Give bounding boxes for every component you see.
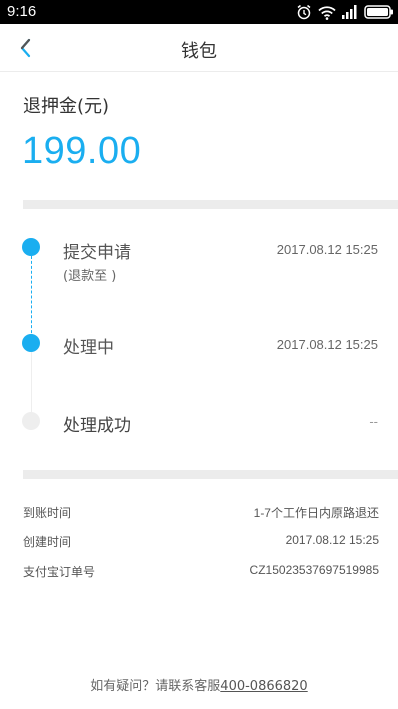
detail-row-order-no: 支付宝订单号 CZ150235376975​19985 — [23, 563, 379, 583]
detail-label: 到账时间 — [23, 506, 72, 520]
detail-row-created: 创建时间 2017.08.12 15:25 — [23, 533, 379, 553]
page-title: 钱包 — [181, 41, 217, 62]
timeline-dot-success — [22, 412, 40, 430]
timeline-connector — [31, 352, 32, 414]
section-divider — [23, 200, 398, 209]
detail-label: 支付宝订单号 — [23, 565, 96, 579]
timeline-step-time: -- — [369, 414, 378, 429]
nav-bar: 钱包 — [0, 24, 398, 72]
status-time: 9:16 — [7, 3, 37, 20]
timeline-step-label: 处理成功 — [63, 416, 131, 436]
timeline-step-label: 处理中 — [63, 338, 114, 358]
timeline-step-label: 提交申请 — [63, 243, 131, 263]
timeline-dot-submitted — [22, 238, 40, 256]
section-divider — [23, 470, 398, 479]
timeline-step-time: 2017.08.12 15:25 — [276, 337, 378, 352]
timeline-dot-processing — [22, 334, 40, 352]
status-bar: 9:16 — [0, 0, 398, 24]
detail-label: 创建时间 — [23, 535, 72, 549]
help-footer: 如有疑问？请联系客服400-0866820 — [0, 675, 398, 694]
timeline-step-time: 2017.08.12 15:25 — [276, 242, 378, 257]
detail-row-arrival: 到账时间 1-7个工作日内原路退还 — [23, 504, 379, 524]
status-icons — [296, 3, 394, 21]
signal-icon — [342, 5, 357, 19]
detail-value: 1-7个工作日内原路退还 — [253, 506, 379, 520]
timeline-step-sub: (退款至 ) — [63, 269, 117, 284]
battery-icon — [364, 5, 393, 19]
detail-value: 2017.08.12 15:25 — [285, 533, 379, 547]
refund-timeline: 提交申请 (退款至 ) 2017.08.12 15:25 处理中 2017.08… — [0, 210, 398, 465]
refund-label: 退押金(元) — [23, 96, 110, 117]
wifi-icon — [318, 5, 336, 20]
help-text: 如有疑问？请联系客服 — [90, 679, 221, 694]
customer-service-phone-link[interactable]: 400-0866820 — [220, 679, 307, 694]
detail-value: CZ150235376975​19985 — [249, 563, 379, 577]
alarm-icon — [297, 4, 311, 20]
timeline-connector — [31, 251, 32, 343]
refund-amount: 199.00 — [22, 130, 142, 172]
